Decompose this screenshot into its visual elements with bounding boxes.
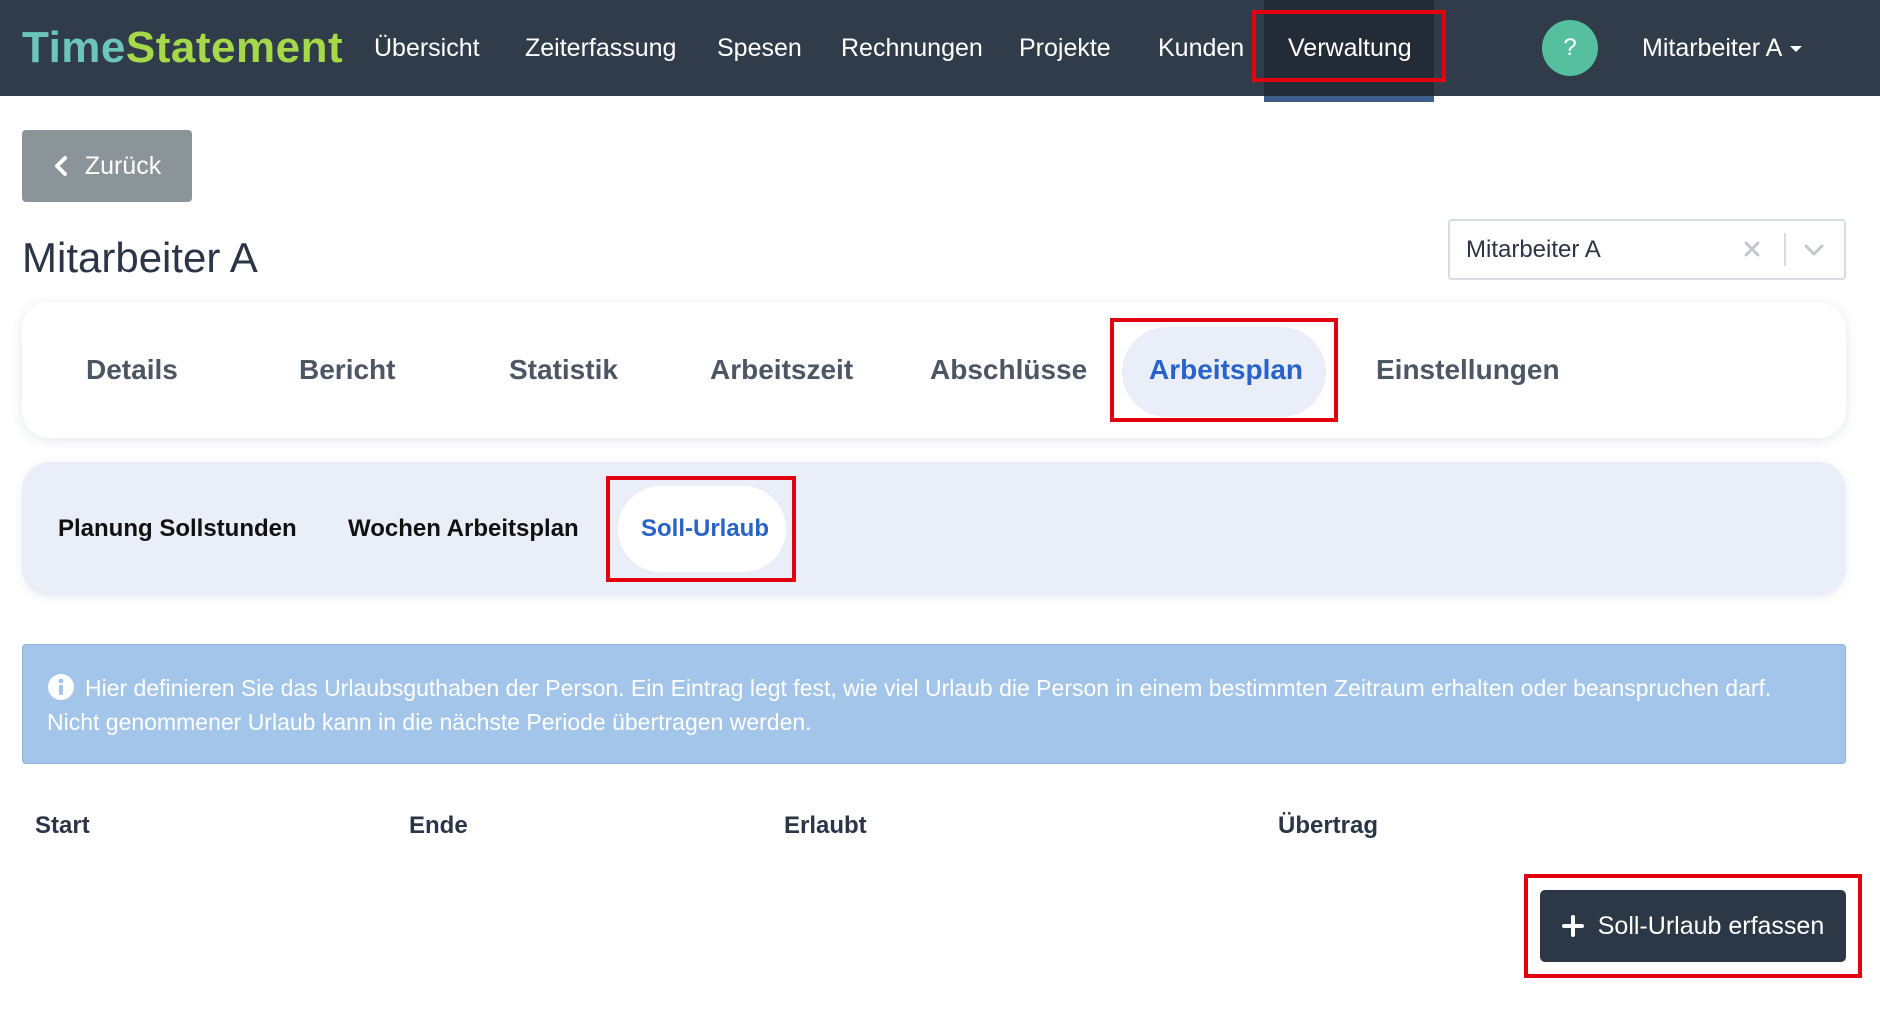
info-alert: Hier definieren Sie das Urlaubsguthaben … bbox=[22, 644, 1846, 764]
nav-item-rechnungen[interactable]: Rechnungen bbox=[841, 0, 983, 96]
column-header-erlaubt: Erlaubt bbox=[784, 812, 867, 839]
employee-select-value: Mitarbeiter A bbox=[1466, 236, 1601, 263]
nav-item-spesen[interactable]: Spesen bbox=[717, 0, 802, 96]
tab-arbeitsplan[interactable]: Arbeitsplan bbox=[1149, 302, 1303, 438]
nav-item-zeiterfassung[interactable]: Zeiterfassung bbox=[525, 0, 676, 96]
nav-item-uebersicht[interactable]: Übersicht bbox=[374, 0, 480, 96]
column-header-start: Start bbox=[35, 812, 90, 839]
caret-down-icon bbox=[1790, 46, 1803, 53]
add-soll-urlaub-button[interactable]: Soll-Urlaub erfassen bbox=[1540, 890, 1846, 962]
nav-item-projekte[interactable]: Projekte bbox=[1019, 0, 1111, 96]
back-button[interactable]: Zurück bbox=[22, 130, 192, 202]
back-button-label: Zurück bbox=[84, 151, 162, 180]
app-logo[interactable]: TimeStatement bbox=[22, 20, 343, 76]
nav-active-indicator bbox=[1264, 96, 1434, 102]
tab-details[interactable]: Details bbox=[86, 302, 178, 438]
page-title: Mitarbeiter A bbox=[22, 234, 258, 281]
subtab-soll-urlaub[interactable]: Soll-Urlaub bbox=[641, 462, 769, 596]
user-menu-label: Mitarbeiter A bbox=[1642, 34, 1783, 62]
subtab-planung-sollstunden[interactable]: Planung Sollstunden bbox=[58, 462, 297, 596]
clear-icon[interactable] bbox=[1738, 235, 1766, 263]
chevron-left-icon bbox=[54, 156, 67, 176]
select-separator bbox=[1784, 233, 1786, 266]
nav-item-verwaltung[interactable]: Verwaltung bbox=[1288, 0, 1412, 96]
help-button[interactable]: ? bbox=[1542, 20, 1598, 76]
tab-statistik[interactable]: Statistik bbox=[509, 302, 618, 438]
column-header-uebertrag: Übertrag bbox=[1278, 812, 1379, 839]
tab-arbeitszeit[interactable]: Arbeitszeit bbox=[710, 302, 853, 438]
tab-einstellungen[interactable]: Einstellungen bbox=[1376, 302, 1560, 438]
add-button-label: Soll-Urlaub erfassen bbox=[1597, 911, 1825, 940]
info-icon bbox=[48, 674, 74, 700]
chevron-down-icon[interactable] bbox=[1802, 239, 1826, 261]
plus-icon bbox=[1561, 915, 1584, 937]
user-menu[interactable]: Mitarbeiter A bbox=[1642, 0, 1803, 96]
nav-item-kunden[interactable]: Kunden bbox=[1158, 0, 1244, 96]
tab-abschluesse[interactable]: Abschlüsse bbox=[930, 302, 1087, 438]
logo-part-time: Time bbox=[22, 23, 126, 72]
tab-bericht[interactable]: Bericht bbox=[299, 302, 395, 438]
column-header-ende: Ende bbox=[409, 812, 468, 839]
logo-part-statement: Statement bbox=[125, 23, 344, 72]
info-alert-text: Hier definieren Sie das Urlaubsguthaben … bbox=[47, 675, 1772, 735]
subtab-wochen-arbeitsplan[interactable]: Wochen Arbeitsplan bbox=[348, 462, 579, 596]
employee-select[interactable]: Mitarbeiter A bbox=[1448, 219, 1846, 280]
